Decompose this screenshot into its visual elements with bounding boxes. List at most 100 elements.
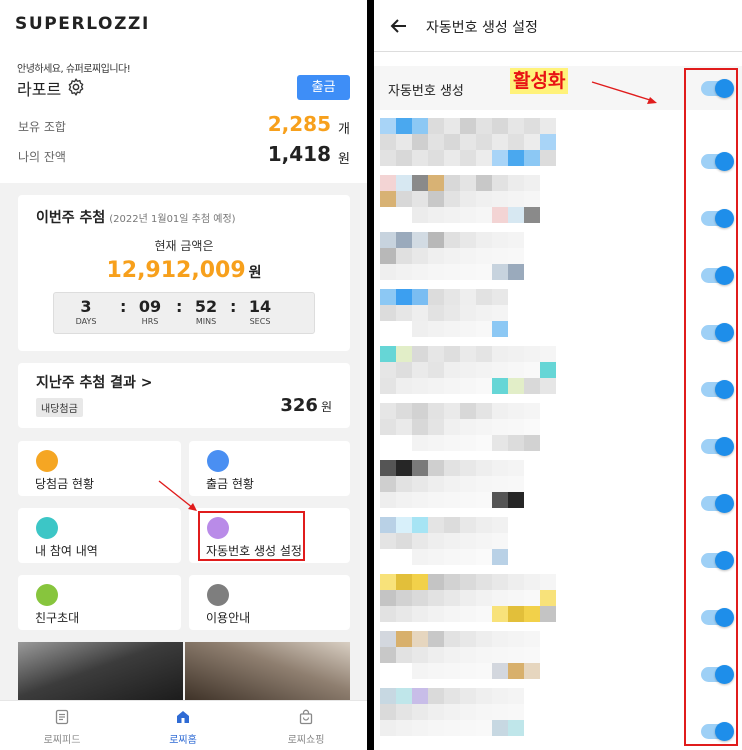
tab-home[interactable]: 로찌홈 [138,709,228,746]
mosaic-cell [428,403,444,419]
mosaic-cell [492,264,508,280]
mosaic-cell [476,175,492,191]
mosaic-cell [572,549,588,565]
banner-photo[interactable] [18,642,183,704]
mosaic-cell [460,533,476,549]
mosaic-cell [524,321,540,337]
blurred-item-content [380,289,588,337]
mosaic-cell [476,191,492,207]
mosaic-cell [556,305,572,321]
mosaic-cell [540,663,556,679]
mosaic-cell [380,191,396,207]
mosaic-cell [460,321,476,337]
mosaic-cell [428,207,444,223]
mosaic-cell [556,321,572,337]
draw-subtitle: (2022년 1월01일 추첨 예정) [109,214,236,225]
mosaic-cell [524,346,540,362]
mosaic-cell [508,590,524,606]
mosaic-cell [508,321,524,337]
mosaic-cell [476,533,492,549]
mosaic-cell [540,264,556,280]
mosaic-cell [556,346,572,362]
mosaic-cell [572,647,588,663]
mosaic-cell [412,264,428,280]
mosaic-cell [412,378,428,394]
banner-photo[interactable] [185,642,350,704]
menu-label: 이용안내 [206,611,251,625]
mosaic-cell [380,321,396,337]
account-summary: SUPERLOZZI 안녕하세요, 슈퍼로찌입니다! 라포르 출금 보유 조합 … [0,0,367,183]
gear-icon[interactable] [66,77,86,97]
mosaic-cell [460,191,476,207]
settings-header: 자동번호 생성 설정 [374,0,742,52]
mosaic-cell [524,150,540,166]
mosaic-cell [396,533,412,549]
last-week-result-card[interactable]: 지난주 추첨 결과 > 내당첨금 326 원 [18,363,350,428]
mosaic-cell [492,517,508,533]
mosaic-cell [428,517,444,533]
back-arrow-icon[interactable] [388,15,410,37]
mosaic-cell [540,289,556,305]
mosaic-cell [396,118,412,134]
mosaic-cell [492,549,508,565]
menu-participation-history[interactable]: 내 참여 내역 [18,508,181,563]
mosaic-cell [524,403,540,419]
mosaic-cell [572,118,588,134]
mosaic-cell [476,549,492,565]
mosaic-cell [492,403,508,419]
menu-label: 당첨금 현황 [35,477,95,491]
mosaic-cell [412,549,428,565]
mosaic-cell [412,647,428,663]
mosaic-cell [380,476,396,492]
mosaic-cell [556,264,572,280]
menu-usage-guide[interactable]: 이용안내 [189,575,350,630]
panel-divider [367,0,374,750]
mosaic-cell [476,362,492,378]
mosaic-cell [380,362,396,378]
mosaic-cell [396,207,412,223]
mosaic-cell [508,232,524,248]
holdings-unit: 개 [338,122,350,137]
mosaic-cell [444,533,460,549]
mosaic-cell [524,647,540,663]
mosaic-cell [428,232,444,248]
highlight-box [198,511,305,561]
mosaic-cell [428,704,444,720]
menu-withdraw-status[interactable]: 출금 현황 [189,441,350,496]
holdings-value: 2,285 [267,112,331,136]
withdraw-button[interactable]: 출금 [297,75,350,100]
mosaic-cell [412,517,428,533]
mosaic-cell [428,321,444,337]
mosaic-cell [556,688,572,704]
mosaic-cell [476,134,492,150]
mosaic-cell [572,264,588,280]
mosaic-cell [460,574,476,590]
mosaic-cell [492,435,508,451]
countdown-timer: 3 DAYS : 09 HRS : 52 MINS : 14 SECS [53,292,315,334]
mosaic-cell [572,346,588,362]
mosaic-cell [396,663,412,679]
mosaic-cell [492,704,508,720]
mosaic-cell [492,362,508,378]
countdown-separator: : [176,297,183,316]
mosaic-cell [572,663,588,679]
tab-feed[interactable]: 로찌피드 [17,709,107,746]
mosaic-cell [396,248,412,264]
mosaic-cell [380,419,396,435]
mosaic-cell [380,175,396,191]
countdown-separator: : [120,297,127,316]
tab-shopping[interactable]: 로찌쇼핑 [261,709,351,746]
mosaic-cell [540,460,556,476]
mosaic-cell [556,631,572,647]
mosaic-cell [476,346,492,362]
mosaic-cell [508,118,524,134]
mosaic-cell [572,378,588,394]
mosaic-cell [492,248,508,264]
menu-invite-friends[interactable]: 친구초대 [18,575,181,630]
mosaic-cell [460,663,476,679]
mosaic-cell [428,435,444,451]
mosaic-cell [556,533,572,549]
mosaic-cell [556,492,572,508]
menu-label: 내 참여 내역 [35,544,98,558]
mosaic-cell [428,606,444,622]
